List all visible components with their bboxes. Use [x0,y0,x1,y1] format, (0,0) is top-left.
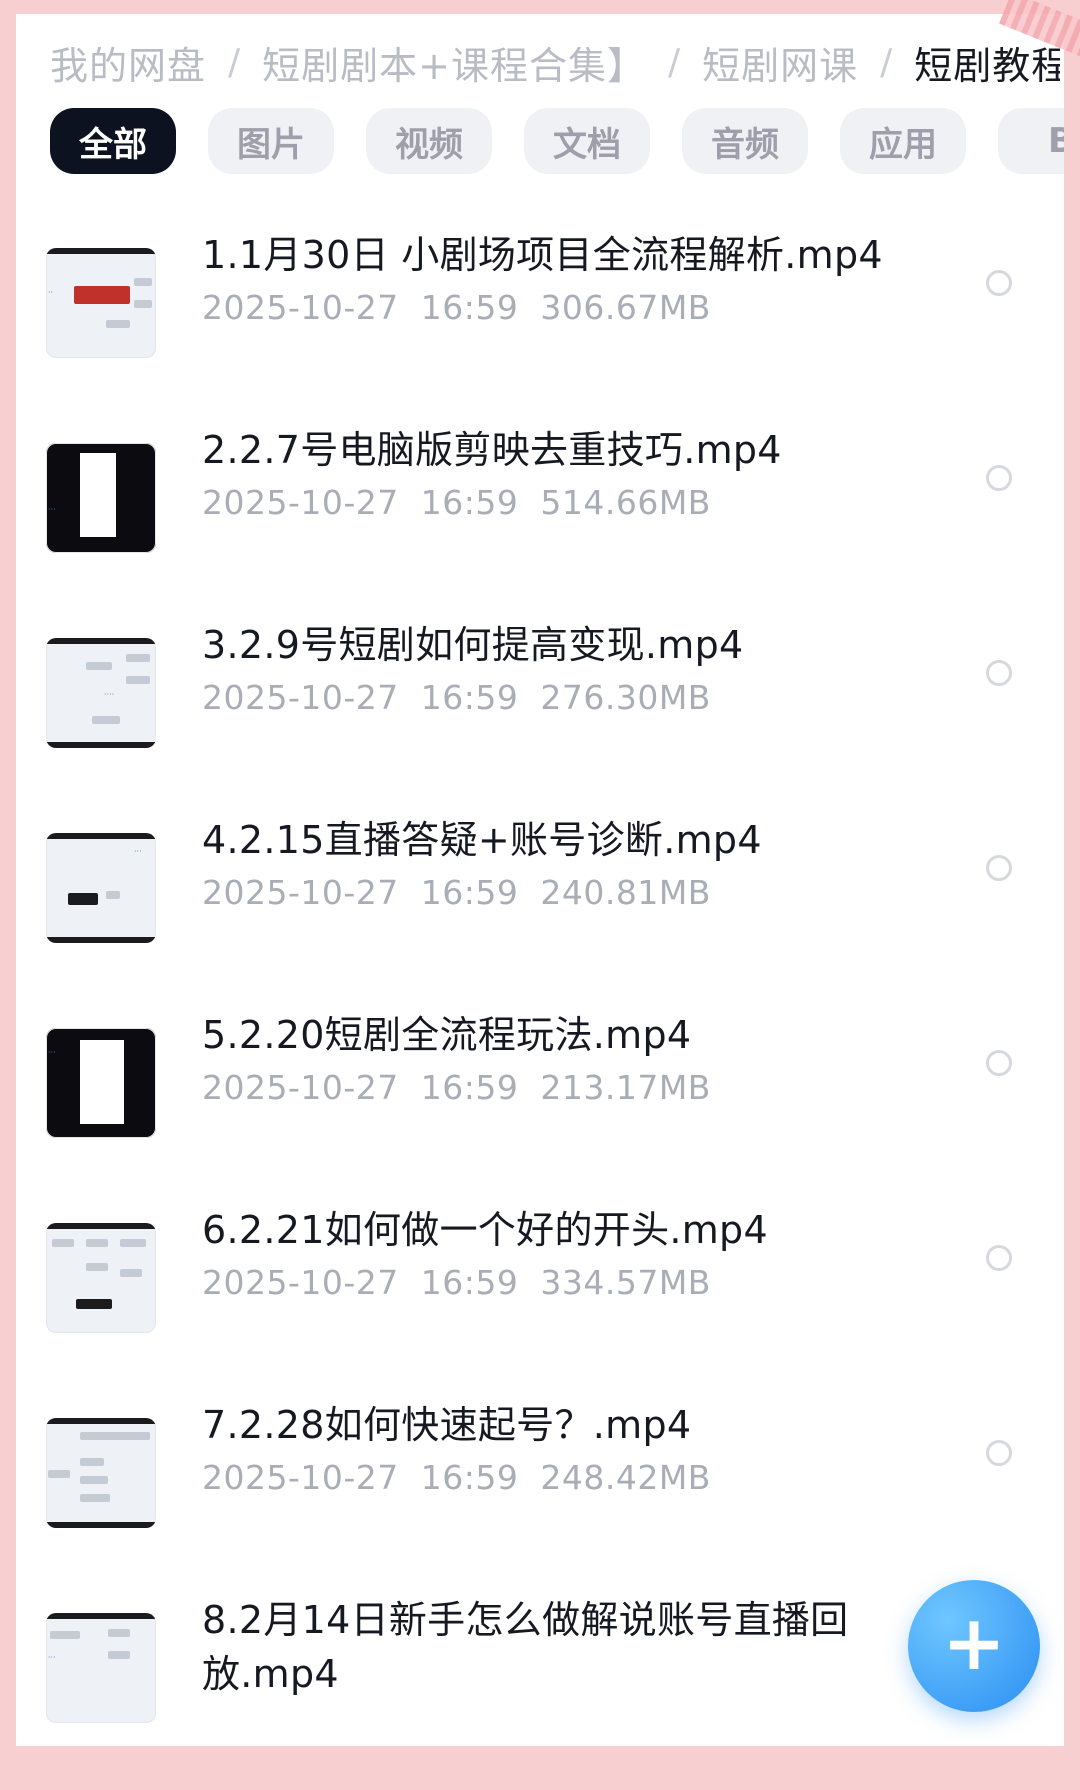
filter-tabs: 全部 图片 视频 文档 音频 应用 B [50,108,1064,188]
video-thumbnail [46,1223,156,1333]
breadcrumb-item-my-drive[interactable]: 我的网盘 [50,35,206,90]
file-name: 3.2.9号短剧如何提高变现.mp4 [202,623,744,667]
breadcrumb-separator: / [880,41,893,83]
file-time: 16:59 [420,1068,519,1107]
file-date: 2025-10-27 [202,1263,399,1302]
tab-documents[interactable]: 文档 [524,108,650,174]
file-time: 16:59 [420,288,519,327]
file-meta: 2025-10-27 16:59 248.42MB [202,1458,711,1497]
file-meta: 2025-10-27 16:59 276.30MB [202,678,711,717]
file-date: 2025-10-27 [202,483,399,522]
file-size: 514.66MB [540,483,711,522]
tab-apps[interactable]: 应用 [840,108,966,174]
file-name: 1.1月30日 小剧场项目全流程解析.mp4 [202,233,883,277]
list-item[interactable]: ··· 2.2.7号电脑版剪映去重技巧.mp4 2025-10-27 16:59… [16,419,1064,614]
list-item[interactable]: 7.2.28如何快速起号？.mp4 2025-10-27 16:59 248.4… [16,1394,1064,1589]
video-thumbnail: ··· [46,833,156,943]
breadcrumb-item-collection[interactable]: 短剧剧本+课程合集】 [262,35,646,90]
file-name: 2.2.7号电脑版剪映去重技巧.mp4 [202,428,782,472]
video-thumbnail: ·· [46,248,156,358]
tab-more[interactable]: B [998,108,1064,174]
list-item[interactable]: ···· 3.2.9号短剧如何提高变现.mp4 2025-10-27 16:59… [16,614,1064,809]
list-item[interactable]: ··· 4.2.15直播答疑+账号诊断.mp4 2025-10-27 16:59… [16,809,1064,1004]
file-meta: 2025-10-27 16:59 514.66MB [202,483,711,522]
file-size: 240.81MB [540,873,711,912]
video-thumbnail [46,1418,156,1528]
file-name: 4.2.15直播答疑+账号诊断.mp4 [202,818,762,862]
file-list: ·· 1.1月30日 小剧场项目全流程解析.mp4 2025-10-27 16:… [16,224,1064,1746]
file-date: 2025-10-27 [202,288,399,327]
tab-videos[interactable]: 视频 [366,108,492,174]
file-meta: 2025-10-27 16:59 240.81MB [202,873,711,912]
breadcrumb-current: 短剧教程 [914,43,1060,88]
file-meta: 2025-10-27 16:59 213.17MB [202,1068,711,1107]
add-button[interactable]: + [908,1580,1040,1712]
file-meta: 2025-10-27 16:59 306.67MB [202,288,711,327]
tab-all[interactable]: 全部 [50,108,176,174]
breadcrumb-separator: / [228,41,241,83]
video-thumbnail: ··· [46,443,156,553]
tab-audio[interactable]: 音频 [682,108,808,174]
file-name: 7.2.28如何快速起号？.mp4 [202,1403,692,1447]
select-radio[interactable] [986,1440,1012,1466]
file-meta: 2025-10-27 16:59 334.57MB [202,1263,711,1302]
file-name: 8.2月14日新手怎么做解说账号直播回放.mp4 [202,1598,849,1696]
select-radio[interactable] [986,270,1012,296]
file-time: 16:59 [420,1263,519,1302]
file-date: 2025-10-27 [202,873,399,912]
video-thumbnail: ··· [46,1613,156,1723]
file-date: 2025-10-27 [202,1068,399,1107]
file-time: 16:59 [420,873,519,912]
file-size: 276.30MB [540,678,711,717]
tab-images[interactable]: 图片 [208,108,334,174]
select-radio[interactable] [986,465,1012,491]
select-radio[interactable] [986,1050,1012,1076]
plus-icon: + [942,1598,1006,1687]
file-date: 2025-10-27 [202,678,399,717]
list-item[interactable]: ··· 8.2月14日新手怎么做解说账号直播回放.mp4 [16,1589,1064,1746]
file-size: 248.42MB [540,1458,711,1497]
file-time: 16:59 [420,483,519,522]
file-time: 16:59 [420,1458,519,1497]
file-browser-card: 我的网盘 / 短剧剧本+课程合集】 / 短剧网课 / 短剧教程 全部 图片 视频… [16,14,1064,1746]
video-thumbnail: ··· [46,1028,156,1138]
file-size: 213.17MB [540,1068,711,1107]
file-name: 5.2.20短剧全流程玩法.mp4 [202,1013,692,1057]
select-radio[interactable] [986,1245,1012,1271]
breadcrumb: 我的网盘 / 短剧剧本+课程合集】 / 短剧网课 / 短剧教程 [50,22,1060,102]
select-radio[interactable] [986,855,1012,881]
video-thumbnail: ···· [46,638,156,748]
file-date: 2025-10-27 [202,1458,399,1497]
breadcrumb-separator: / [668,41,681,83]
select-radio[interactable] [986,660,1012,686]
file-time: 16:59 [420,678,519,717]
list-item[interactable]: ·· 1.1月30日 小剧场项目全流程解析.mp4 2025-10-27 16:… [16,224,1064,419]
breadcrumb-item-courses[interactable]: 短剧网课 [702,35,858,90]
list-item[interactable]: 6.2.21如何做一个好的开头.mp4 2025-10-27 16:59 334… [16,1199,1064,1394]
file-name: 6.2.21如何做一个好的开头.mp4 [202,1208,768,1252]
list-item[interactable]: ··· 5.2.20短剧全流程玩法.mp4 2025-10-27 16:59 2… [16,1004,1064,1199]
file-size: 334.57MB [540,1263,711,1302]
file-size: 306.67MB [540,288,711,327]
